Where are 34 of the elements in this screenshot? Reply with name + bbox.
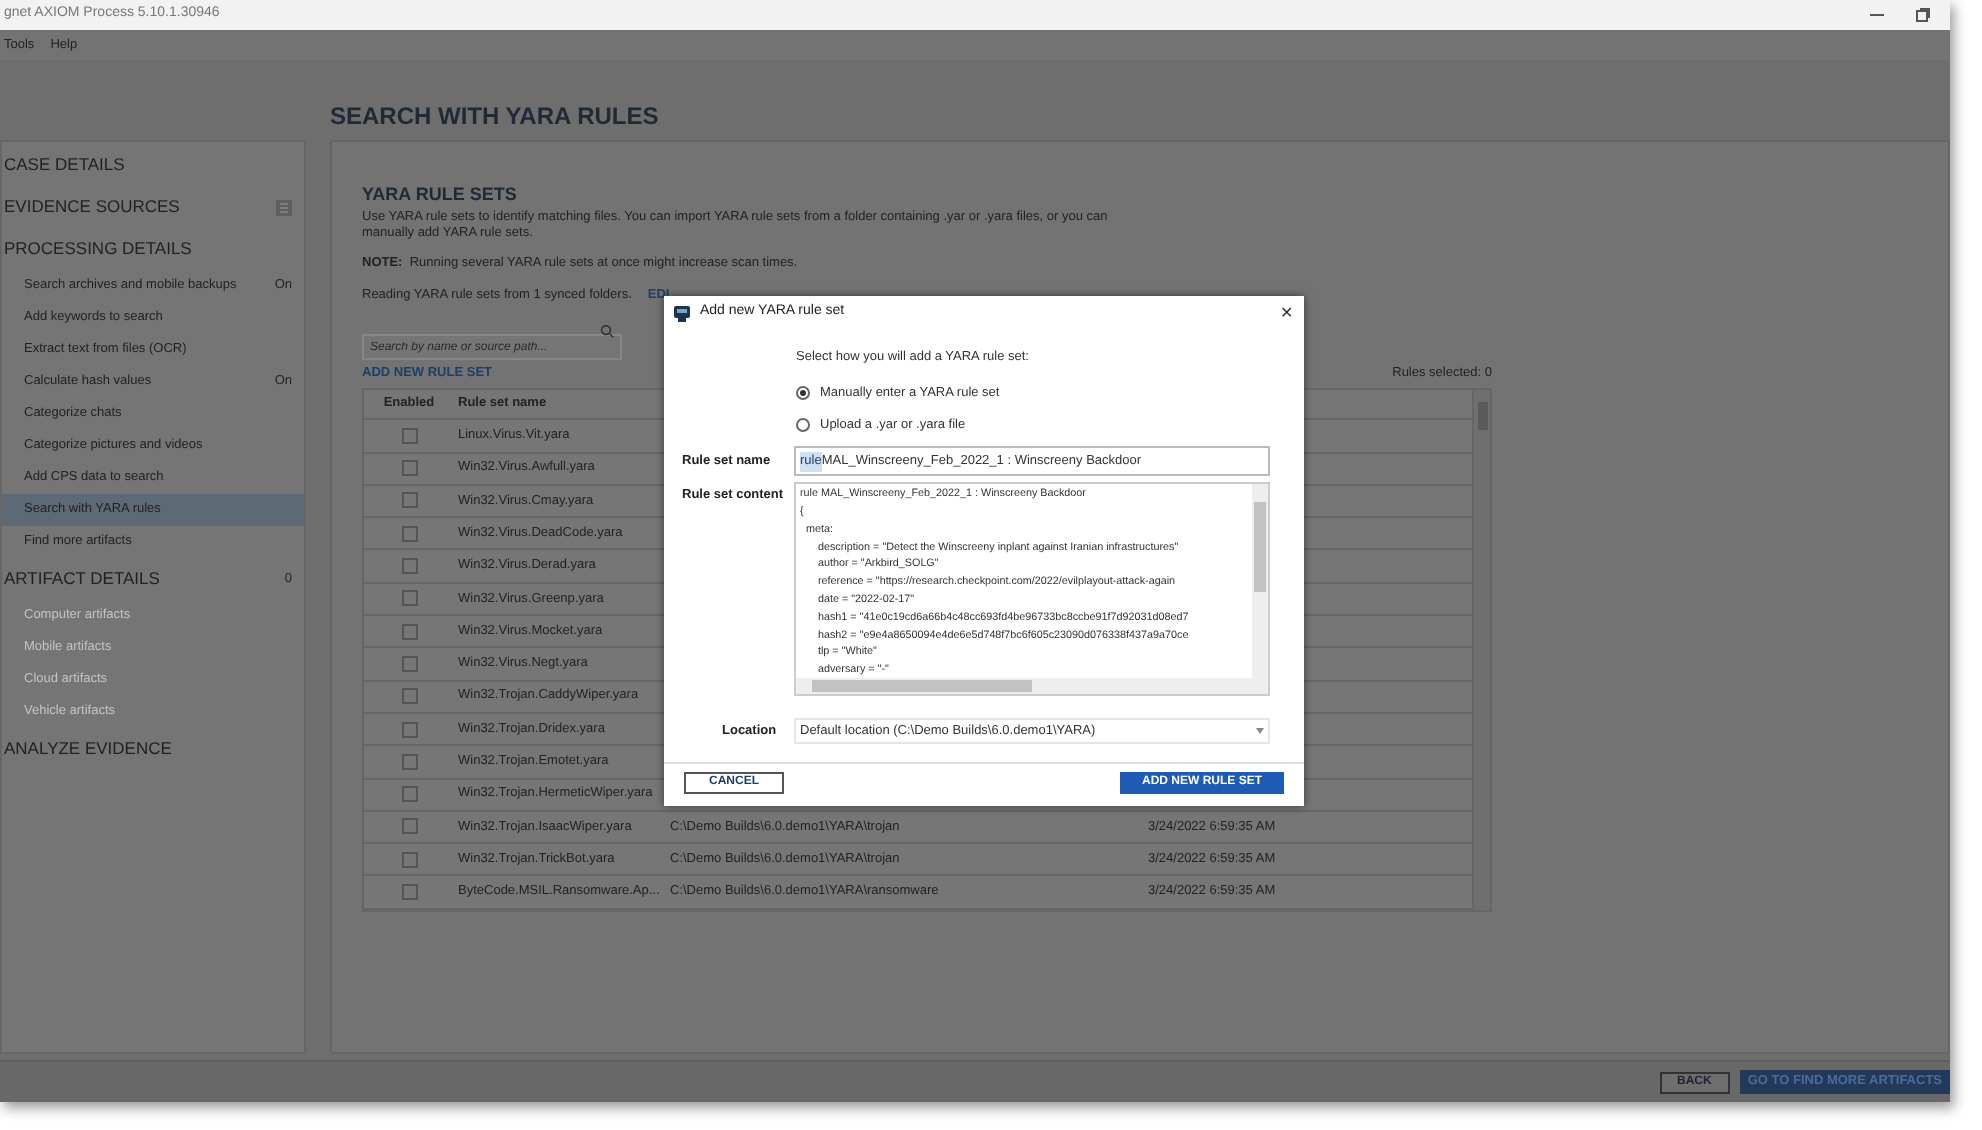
search-icon: [600, 323, 614, 337]
caret-icon: [1256, 728, 1264, 735]
minimize-icon[interactable]: [1870, 14, 1884, 16]
maximize-icon[interactable]: [1916, 8, 1930, 22]
close-button[interactable]: ✕: [1280, 305, 1294, 321]
checkbox[interactable]: [401, 623, 417, 640]
radio-button[interactable]: [796, 386, 810, 401]
checkbox[interactable]: [401, 558, 417, 575]
scrollbar[interactable]: [796, 678, 1268, 695]
page-title: SEARCH WITH YARA RULES: [330, 100, 659, 134]
section-title: YARA RULE SETS: [362, 182, 519, 208]
checkbox[interactable]: [401, 492, 417, 509]
radio-button[interactable]: [796, 417, 810, 432]
checkbox[interactable]: [401, 427, 417, 444]
checkbox[interactable]: [401, 525, 417, 542]
checkbox[interactable]: [401, 688, 417, 705]
checkbox[interactable]: [401, 753, 417, 770]
rule-content-field[interactable]: [794, 482, 1270, 697]
section-header[interactable]: EVIDENCE SOURCES: [2, 194, 180, 220]
checkbox[interactable]: [401, 851, 417, 868]
section-header[interactable]: CASE DETAILS: [2, 152, 125, 178]
app-icon: [674, 305, 690, 321]
checkbox[interactable]: [401, 590, 417, 607]
section-header[interactable]: ANALYZE EVIDENCE: [2, 736, 172, 762]
checkbox[interactable]: [401, 884, 417, 901]
checkbox[interactable]: [401, 786, 417, 803]
checkbox[interactable]: [401, 655, 417, 672]
checkbox[interactable]: [401, 721, 417, 738]
scrollbar[interactable]: [1252, 484, 1268, 679]
section-header[interactable]: ARTIFACT DETAILS: [2, 566, 160, 592]
checkbox[interactable]: [401, 460, 417, 477]
checkbox[interactable]: [401, 818, 417, 835]
scrollbar[interactable]: [1472, 390, 1490, 910]
section-header[interactable]: PROCESSING DETAILS: [2, 236, 192, 262]
